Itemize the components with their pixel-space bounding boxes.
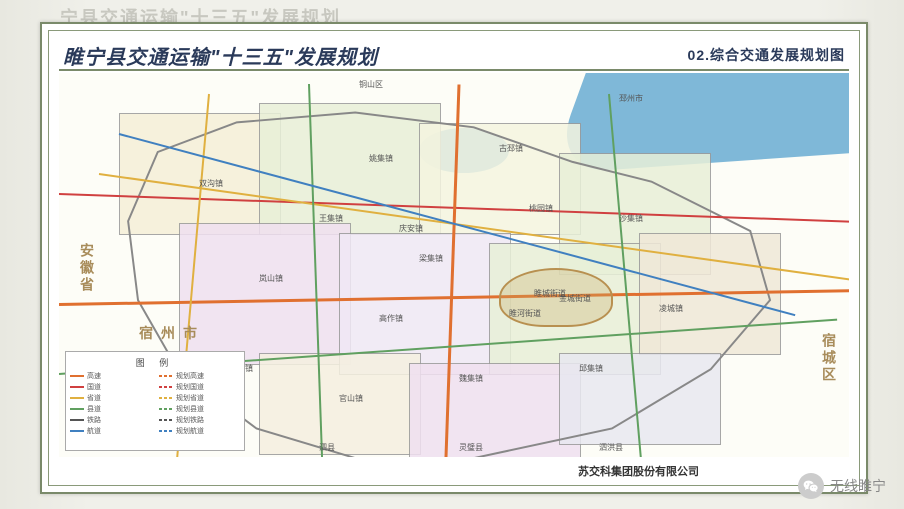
legend-item: 航道 — [70, 426, 155, 436]
town-label: 姚集镇 — [369, 153, 393, 164]
label-neighbor-south2: 灵璧县 — [459, 442, 483, 453]
map-inner-border: 睢宁县交通运输"十三五"发展规划 02.综合交通发展规划图 铜山区 邳州市 安徽… — [48, 30, 860, 486]
label-neighbor-south1: 泗县 — [319, 442, 335, 453]
town-label: 王集镇 — [319, 213, 343, 224]
label-neighbor-nw: 安徽省 — [77, 243, 97, 294]
map-attribution: 苏交科集团股份有限公司 — [578, 463, 699, 479]
town-label: 高作镇 — [379, 313, 403, 324]
map-title: 睢宁县交通运输"十三五"发展规划 — [63, 41, 378, 70]
town-label: 魏集镇 — [459, 373, 483, 384]
wechat-icon — [798, 473, 824, 499]
town-label: 桃园镇 — [529, 203, 553, 214]
town-label: 金城街道 — [559, 293, 591, 304]
town-label: 双沟镇 — [199, 178, 223, 189]
legend-item: 省道 — [70, 393, 155, 403]
town-label: 古邳镇 — [499, 143, 523, 154]
legend-item: 县道 — [70, 404, 155, 414]
town-label: 凌城镇 — [659, 303, 683, 314]
legend-item: 高速 — [70, 371, 155, 381]
label-neighbor-north: 铜山区 — [359, 79, 383, 90]
legend-item: 铁路 — [70, 415, 155, 425]
legend-item: 规划高速 — [159, 371, 244, 381]
town-label: 沙集镇 — [619, 213, 643, 224]
legend-item: 规划航道 — [159, 426, 244, 436]
map-legend: 图 例 高速规划高速国道规划国道省道规划省道县道规划县道铁路规划铁路航道规划航道 — [65, 351, 245, 451]
map-canvas[interactable]: 铜山区 邳州市 安徽省 宿州市 泗县 灵璧县 泗洪县 宿城区 双沟镇王集镇岚山镇… — [59, 73, 849, 457]
watermark-text: 无线睢宁 — [830, 476, 886, 496]
label-neighbor-westcity: 宿州市 — [139, 323, 205, 343]
label-neighbor-south3: 泗洪县 — [599, 442, 623, 453]
town-label: 睢河街道 — [509, 308, 541, 319]
map-subtitle: 02.综合交通发展规划图 — [688, 45, 845, 65]
town-label: 岚山镇 — [259, 273, 283, 284]
town-label: 邱集镇 — [579, 363, 603, 374]
title-rule — [59, 69, 849, 71]
map-frame: 睢宁县交通运输"十三五"发展规划 02.综合交通发展规划图 铜山区 邳州市 安徽… — [40, 22, 868, 494]
legend-title: 图 例 — [70, 356, 240, 369]
legend-grid: 高速规划高速国道规划国道省道规划省道县道规划县道铁路规划铁路航道规划航道 — [70, 371, 240, 436]
label-neighbor-east: 宿城区 — [819, 333, 839, 384]
wechat-watermark: 无线睢宁 — [798, 473, 886, 499]
legend-item: 规划国道 — [159, 382, 244, 392]
town-label: 庆安镇 — [399, 223, 423, 234]
legend-item: 规划省道 — [159, 393, 244, 403]
town-label: 梁集镇 — [419, 253, 443, 264]
label-neighbor-ne: 邳州市 — [619, 93, 643, 104]
town-label: 官山镇 — [339, 393, 363, 404]
legend-item: 规划县道 — [159, 404, 244, 414]
legend-item: 规划铁路 — [159, 415, 244, 425]
legend-item: 国道 — [70, 382, 155, 392]
